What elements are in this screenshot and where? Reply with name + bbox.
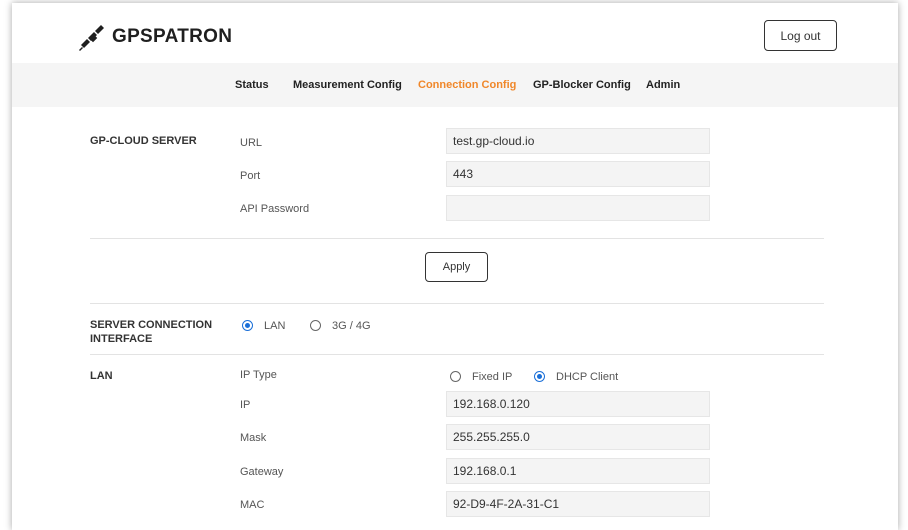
url-input[interactable]: test.gp-cloud.io: [446, 128, 710, 154]
divider: [90, 238, 824, 239]
radio-fixed-ip[interactable]: [450, 371, 461, 382]
mask-label: Mask: [240, 432, 267, 444]
mac-label: MAC: [240, 499, 265, 511]
nav-tab-measurement-config[interactable]: Measurement Config: [293, 63, 402, 107]
logout-button[interactable]: Log out: [764, 20, 837, 51]
port-label: Port: [240, 170, 261, 182]
radio-fixed-ip-label[interactable]: Fixed IP: [472, 371, 512, 383]
app-window: GPSPATRON Log out Status Measurement Con…: [12, 3, 898, 530]
divider: [90, 303, 824, 304]
nav-tab-status[interactable]: Status: [235, 63, 269, 107]
apply-button[interactable]: Apply: [425, 252, 488, 282]
radio-dhcp-client-label[interactable]: DHCP Client: [556, 371, 618, 383]
brand-name: GPSPATRON: [112, 26, 233, 47]
port-input[interactable]: 443: [446, 161, 710, 187]
nav-tab-connection-config[interactable]: Connection Config: [418, 63, 516, 107]
radio-3g-4g-label[interactable]: 3G / 4G: [332, 320, 371, 332]
brand-logo: GPSPATRON: [78, 23, 232, 51]
ip-label: IP: [240, 399, 251, 411]
mask-input[interactable]: 255.255.255.0: [446, 424, 710, 450]
nav-tab-admin[interactable]: Admin: [646, 63, 680, 107]
gateway-input[interactable]: 192.168.0.1: [446, 458, 710, 484]
satellite-icon: [79, 25, 104, 51]
gateway-label: Gateway: [240, 466, 284, 478]
radio-3g-4g[interactable]: [310, 320, 321, 331]
radio-lan-label[interactable]: LAN: [264, 320, 285, 332]
ip-type-label: IP Type: [240, 369, 277, 381]
top-navigation: Status Measurement Config Connection Con…: [12, 63, 898, 107]
radio-lan[interactable]: [242, 320, 253, 331]
section-title-lan: LAN: [90, 370, 113, 382]
api-password-input[interactable]: [446, 195, 710, 221]
nav-tab-gp-blocker-config[interactable]: GP-Blocker Config: [533, 63, 631, 107]
api-password-label: API Password: [240, 203, 310, 215]
divider: [90, 354, 824, 355]
mac-input[interactable]: 92-D9-4F-2A-31-C1: [446, 491, 710, 517]
ip-input[interactable]: 192.168.0.120: [446, 391, 710, 417]
radio-dhcp-client[interactable]: [534, 371, 545, 382]
url-label: URL: [240, 137, 263, 149]
section-title-server-connection-interface: SERVER CONNECTION INTERFACE: [90, 319, 213, 345]
section-title-gp-cloud-server: GP-CLOUD SERVER: [90, 135, 197, 147]
